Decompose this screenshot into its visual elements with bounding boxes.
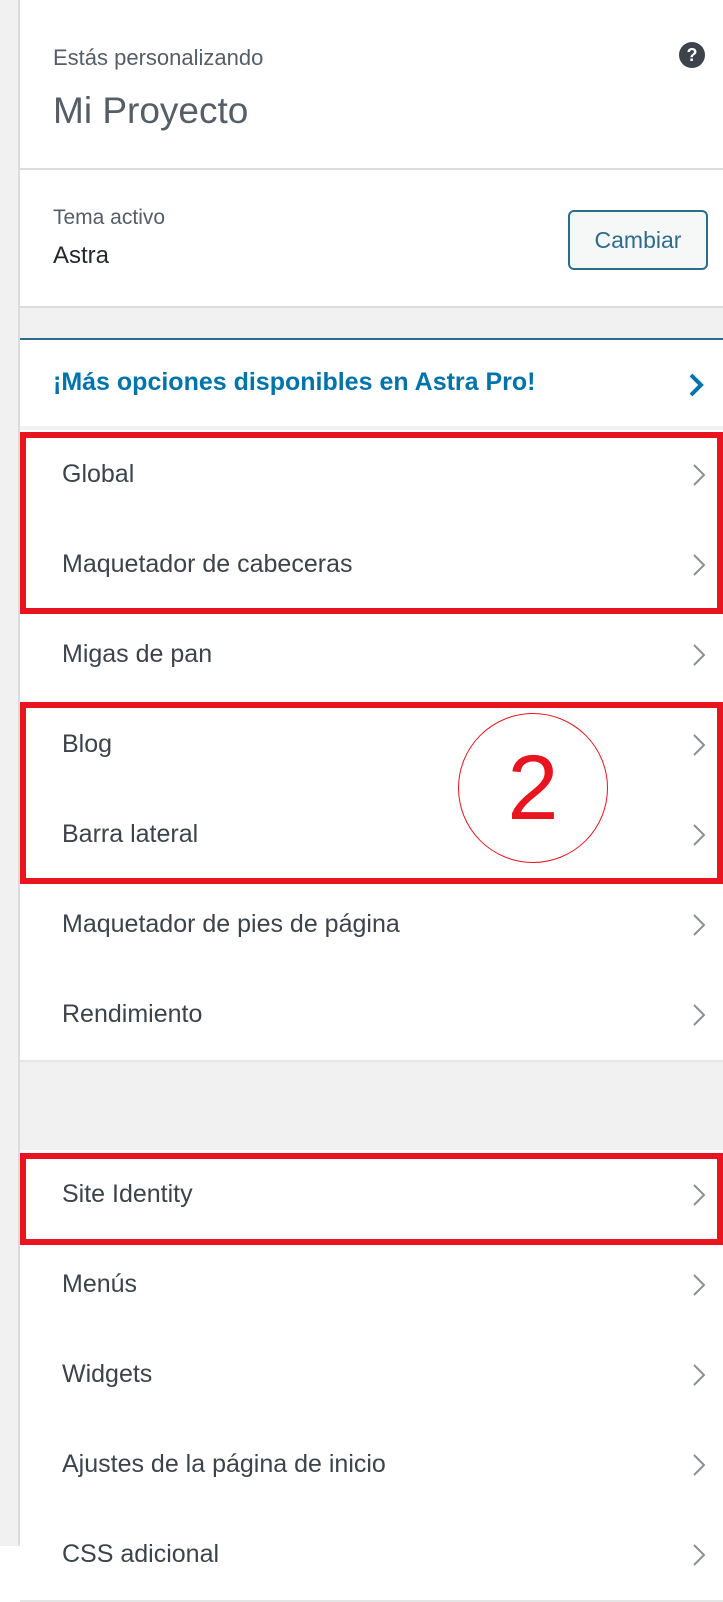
- section-gap: [20, 308, 723, 338]
- section-item-label: Blog: [62, 730, 113, 758]
- chevron-right-icon: [693, 554, 706, 576]
- change-theme-button[interactable]: Cambiar: [568, 210, 708, 270]
- active-theme-section: Tema activo Astra Cambiar: [20, 170, 723, 308]
- section-item-label: Migas de pan: [62, 640, 213, 668]
- section-item-label: Site Identity: [62, 1180, 193, 1208]
- section-gap: [20, 1062, 723, 1150]
- section-item-label: Menús: [62, 1270, 138, 1298]
- question-circle-icon[interactable]: ?: [677, 40, 707, 70]
- section-item[interactable]: Migas de pan: [20, 610, 723, 702]
- astra-pro-promo-link[interactable]: ¡Más opciones disponibles en Astra Pro!: [20, 338, 723, 426]
- chevron-right-icon: [693, 1274, 706, 1296]
- section-item[interactable]: Menús: [20, 1240, 723, 1332]
- section-item[interactable]: Global: [20, 430, 723, 522]
- section-item-label: Rendimiento: [62, 1000, 203, 1028]
- section-item[interactable]: Blog: [20, 700, 723, 792]
- section-item[interactable]: Widgets: [20, 1330, 723, 1422]
- svg-text:?: ?: [687, 45, 698, 65]
- chevron-right-icon: [693, 1004, 706, 1026]
- customizer-header: Estás personalizando Mi Proyecto ?: [20, 0, 723, 170]
- active-theme-name: Astra: [53, 242, 110, 269]
- chevron-right-icon: [693, 644, 706, 666]
- customizer-panel: Estás personalizando Mi Proyecto ? Tema …: [0, 0, 723, 1602]
- section-item[interactable]: Barra lateral: [20, 790, 723, 882]
- chevron-right-icon: [693, 824, 706, 846]
- promo-label: ¡Más opciones disponibles en Astra Pro!: [53, 368, 536, 396]
- section-item-label: Maquetador de cabeceras: [62, 550, 353, 578]
- chevron-right-icon: [689, 373, 704, 397]
- section-item-label: Maquetador de pies de página: [62, 910, 400, 938]
- chevron-right-icon: [693, 1184, 706, 1206]
- section-item-label: Widgets: [62, 1360, 153, 1388]
- section-item-label: Ajustes de la página de inicio: [62, 1450, 386, 1478]
- section-item[interactable]: Maquetador de cabeceras: [20, 520, 723, 612]
- step-number-annotation: 2: [458, 713, 608, 863]
- active-theme-label: Tema activo: [53, 206, 166, 229]
- section-item[interactable]: Rendimiento: [20, 970, 723, 1062]
- chevron-right-icon: [693, 464, 706, 486]
- site-title: Mi Proyecto: [53, 90, 249, 131]
- section-item[interactable]: CSS adicional: [20, 1510, 723, 1602]
- chevron-right-icon: [693, 1364, 706, 1386]
- chevron-right-icon: [693, 734, 706, 756]
- section-item[interactable]: Ajustes de la página de inicio: [20, 1420, 723, 1512]
- customizing-label: Estás personalizando: [53, 45, 264, 70]
- section-item-label: Global: [62, 460, 135, 488]
- chevron-right-icon: [693, 914, 706, 936]
- section-item-label: CSS adicional: [62, 1540, 220, 1568]
- section-item[interactable]: Maquetador de pies de página: [20, 880, 723, 972]
- section-item[interactable]: Site Identity: [20, 1150, 723, 1242]
- chevron-right-icon: [693, 1454, 706, 1476]
- section-item-label: Barra lateral: [62, 820, 199, 848]
